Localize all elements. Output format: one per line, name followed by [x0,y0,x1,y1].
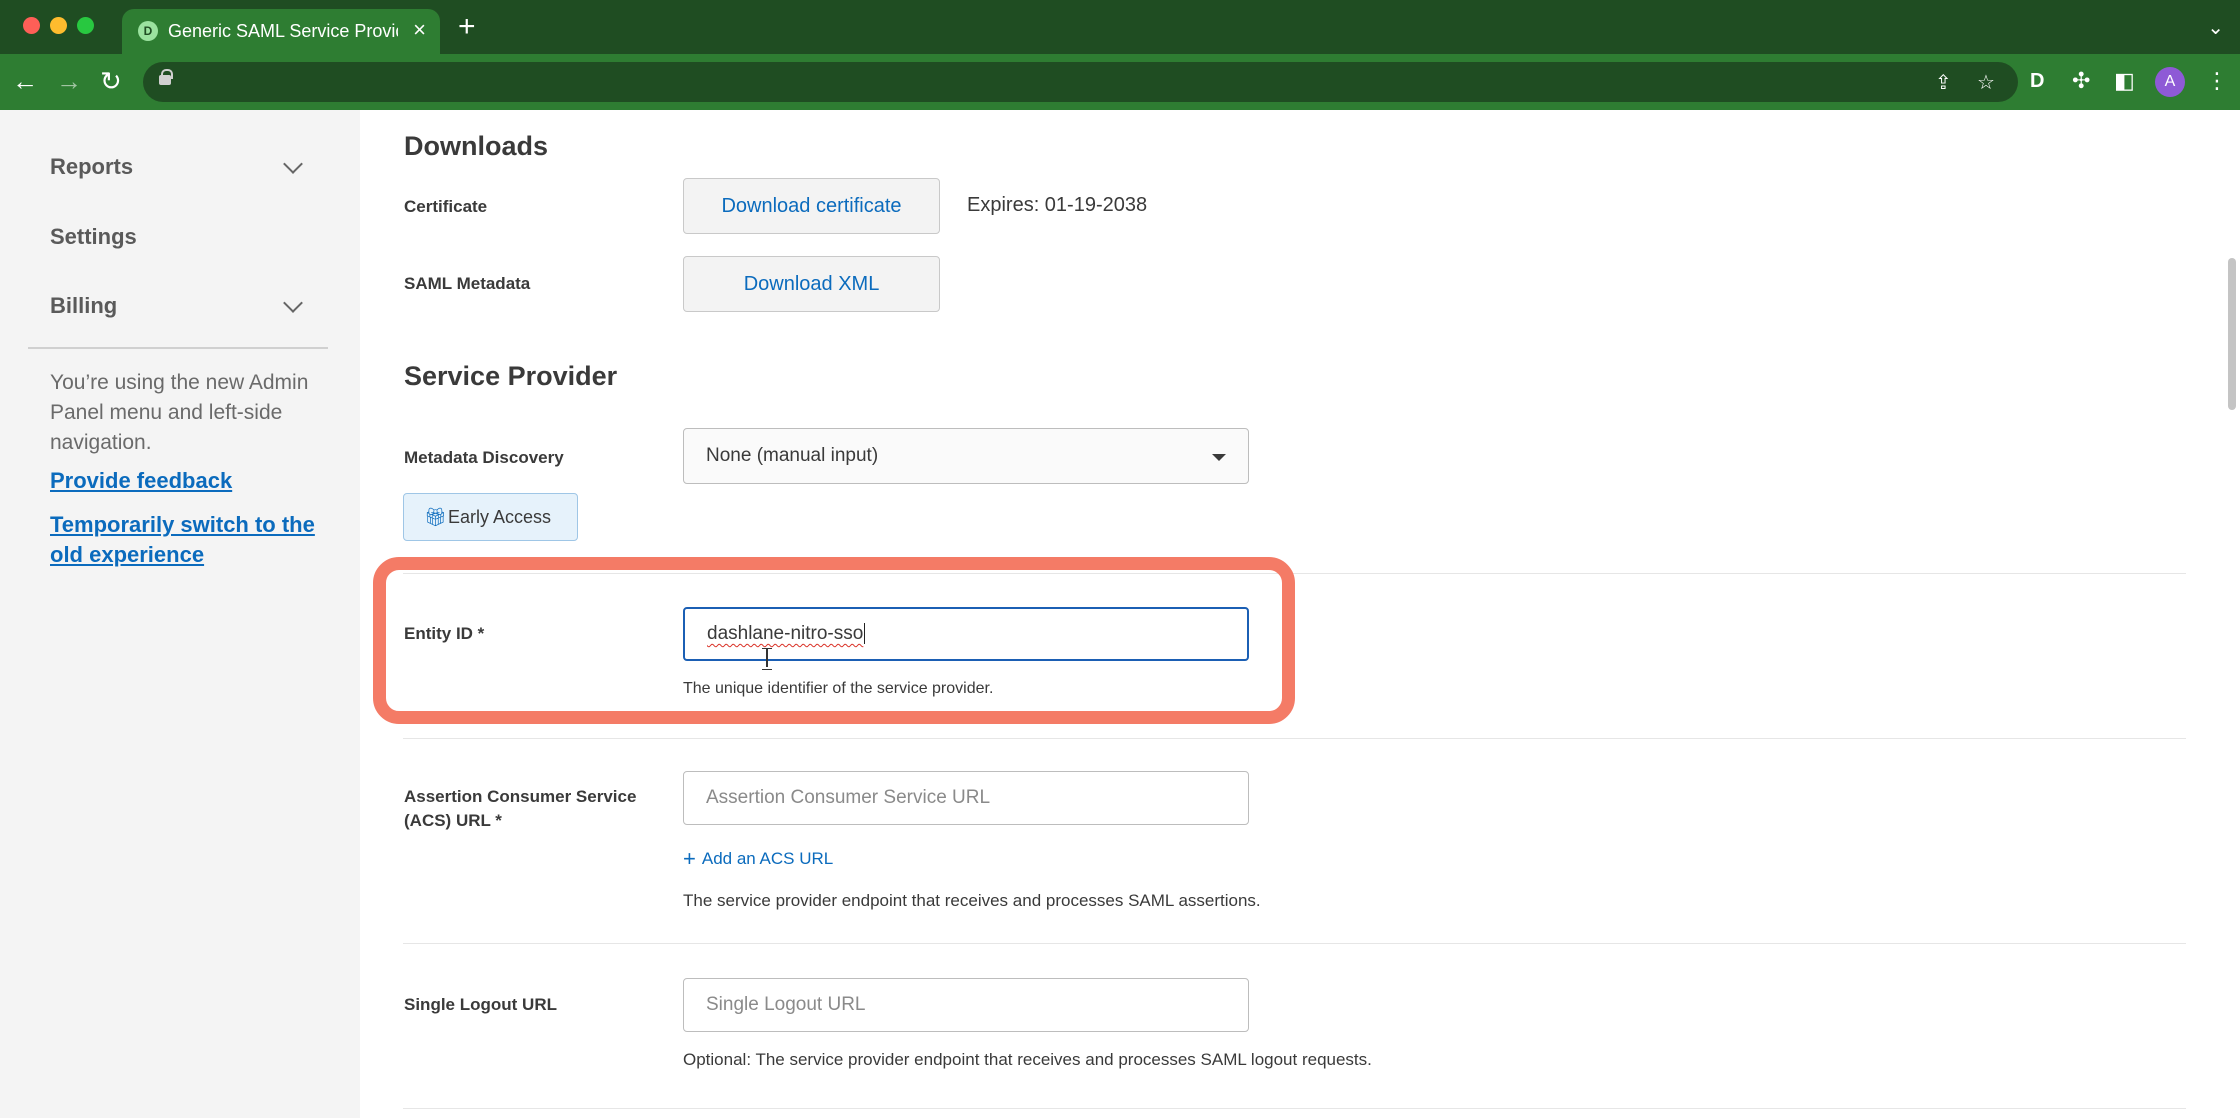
entity-id-value: dashlane-nitro-sso [707,623,864,644]
plus-icon: + [683,846,696,871]
minimize-window-button[interactable] [50,17,67,34]
lock-icon[interactable] [159,69,173,85]
metadata-discovery-label: Metadata Discovery [404,448,564,467]
provide-feedback-link[interactable]: Provide feedback [50,466,350,496]
extensions-puzzle-icon[interactable]: ✣ [2072,68,2090,94]
page-scrollbar[interactable] [2228,258,2236,410]
row-divider [403,1108,2186,1109]
browser-menu-icon[interactable]: ⋮ [2206,68,2228,94]
browser-tab-strip: D Generic SAML Service Provider × + ⌄ [0,0,2240,54]
text-cursor-icon [761,647,773,670]
single-logout-help: Optional: The service provider endpoint … [683,1050,1372,1069]
chevron-down-icon[interactable] [283,293,303,313]
sidebar-item-reports[interactable]: Reports [50,154,133,180]
back-arrow-icon[interactable]: ← [12,66,38,96]
switch-old-experience-link[interactable]: Temporarily switch to the old experience [50,510,350,570]
single-logout-label: Single Logout URL [404,995,557,1014]
profile-avatar[interactable]: A [2155,67,2185,97]
entity-id-help: The unique identifier of the service pro… [683,680,994,697]
chevron-down-icon[interactable] [283,154,303,174]
acs-url-help: The service provider endpoint that recei… [683,891,1261,910]
row-divider [403,943,2186,944]
download-certificate-button[interactable]: Download certificate [683,178,940,234]
maximize-window-button[interactable] [77,17,94,34]
downloads-heading: Downloads [404,131,549,161]
close-window-button[interactable] [23,17,40,34]
tab-close-icon[interactable]: × [413,18,426,42]
service-provider-heading: Service Provider [404,361,618,391]
metadata-discovery-select[interactable]: None (manual input) [683,428,1249,484]
caret-down-icon [1212,454,1226,461]
tab-title: Generic SAML Service Provider [168,21,398,41]
new-tab-plus-icon[interactable]: + [458,12,476,42]
bookmark-star-icon[interactable]: ☆ [1977,70,1995,95]
dashlane-extension-icon[interactable]: D [2030,68,2044,94]
address-bar[interactable]: ⇪ ☆ [143,62,2018,102]
add-acs-url-link[interactable]: + Add an ACS URL [683,846,833,872]
certificate-label: Certificate [404,197,488,216]
browser-tab-active[interactable]: D Generic SAML Service Provider × [122,9,440,54]
dashlane-favicon-icon: D [138,21,158,41]
new-navigation-note: You’re using the new Admin Panel menu an… [50,371,309,454]
admin-sidebar: Reports Settings Billing You’re using th… [0,110,360,1118]
gift-icon: 🎁︎ [424,507,447,527]
early-access-badge[interactable]: 🎁︎ Early Access [403,493,578,541]
reload-icon[interactable]: ↻ [100,66,122,96]
certificate-expiry: Expires: 01-19-2038 [967,194,1148,216]
acs-url-label: Assertion Consumer Service (ACS) URL * [404,787,637,830]
acs-url-input[interactable] [683,771,1249,825]
saml-metadata-label: SAML Metadata [404,274,531,293]
sidebar-divider [28,347,328,349]
tab-search-chevron-icon[interactable]: ⌄ [2207,15,2224,40]
download-xml-button[interactable]: Download XML [683,256,940,312]
early-access-label: Early Access [448,507,552,527]
browser-toolbar: ← → ↻ ⇪ ☆ D ✣ ◧ A ⋮ [0,54,2240,110]
add-acs-url-label: Add an ACS URL [701,849,834,868]
sidebar-item-settings[interactable]: Settings [50,224,137,250]
side-panel-icon[interactable]: ◧ [2114,68,2135,94]
sidebar-item-billing[interactable]: Billing [50,293,117,319]
single-logout-input[interactable] [683,978,1249,1032]
forward-arrow-icon[interactable]: → [56,66,82,96]
entity-id-label: Entity ID * [404,624,485,643]
metadata-discovery-value: None (manual input) [706,445,879,466]
row-divider [403,738,2186,739]
share-icon[interactable]: ⇪ [1935,70,1952,95]
